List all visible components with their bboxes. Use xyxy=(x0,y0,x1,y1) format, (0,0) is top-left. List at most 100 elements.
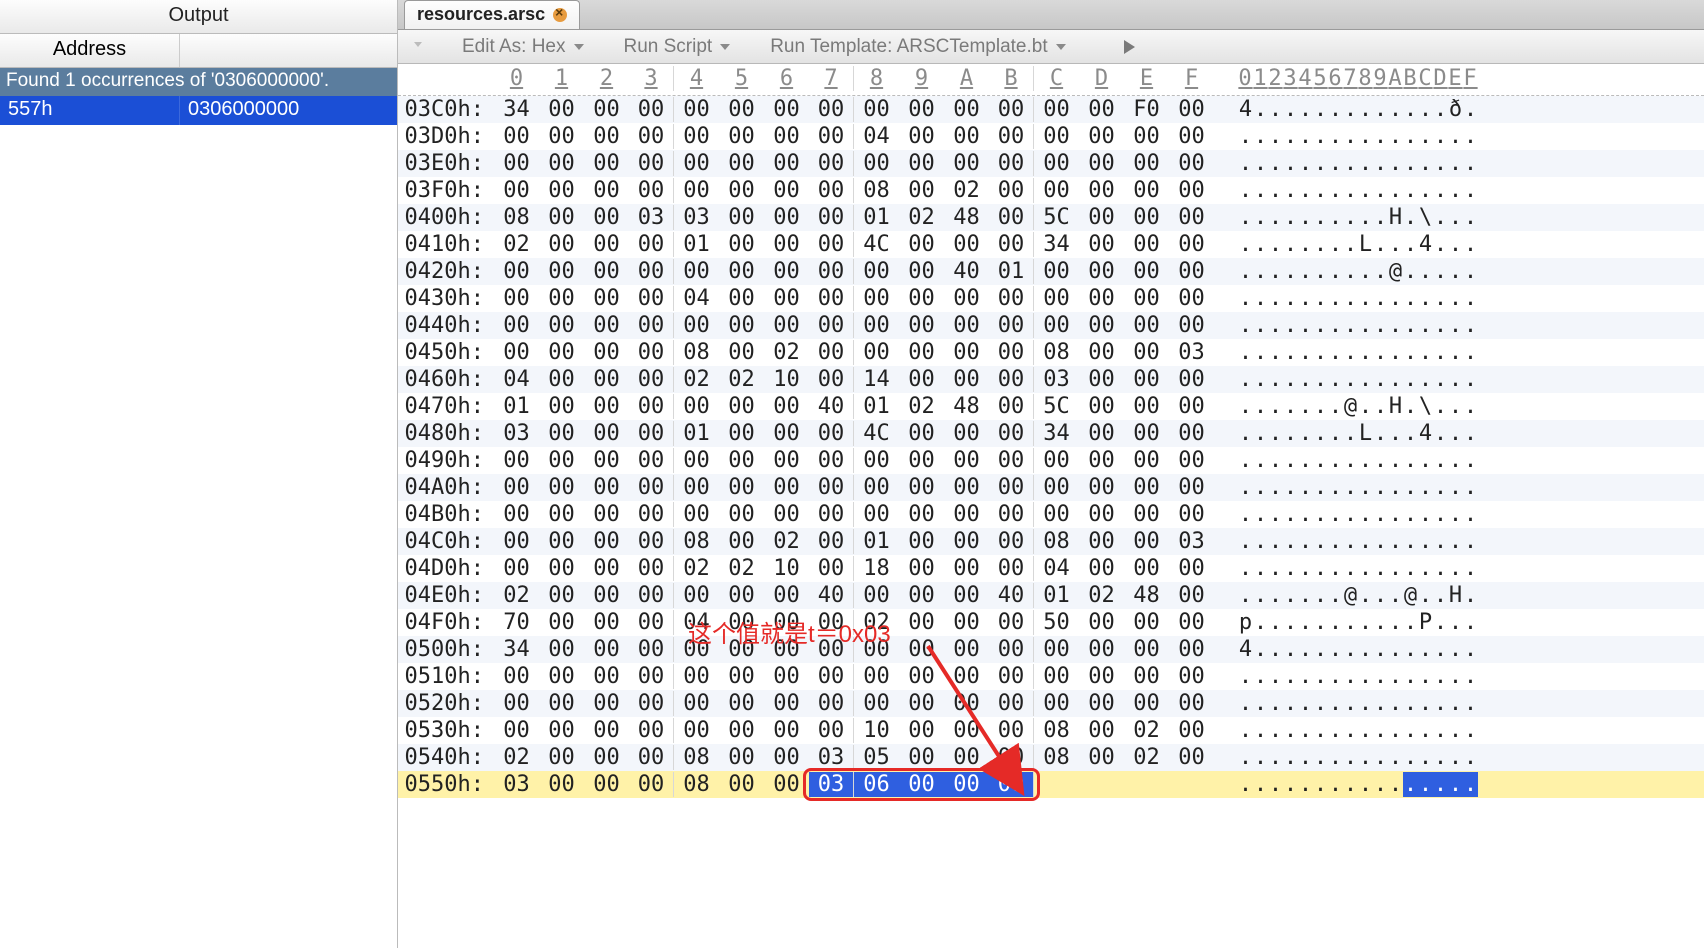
hex-byte[interactable]: 00 xyxy=(1124,529,1169,554)
ascii-char[interactable]: . xyxy=(1268,556,1283,581)
ascii-char[interactable]: . xyxy=(1373,502,1388,527)
hex-row[interactable]: 03E0h:00000000000000000000000000000000..… xyxy=(398,150,1704,177)
hex-byte[interactable]: 00 xyxy=(1124,313,1169,338)
ascii-char[interactable]: . xyxy=(1313,259,1328,284)
hex-byte[interactable]: 00 xyxy=(674,691,719,716)
hex-byte[interactable]: 00 xyxy=(899,691,944,716)
hex-byte[interactable]: 00 xyxy=(719,151,764,176)
ascii-char[interactable]: . xyxy=(1433,772,1448,797)
ascii-char[interactable]: . xyxy=(1313,556,1328,581)
hex-byte[interactable]: 00 xyxy=(1079,664,1124,689)
hex-byte[interactable]: 00 xyxy=(989,178,1034,203)
ascii-char[interactable]: . xyxy=(1343,502,1358,527)
ascii-char[interactable]: H xyxy=(1388,394,1403,419)
hex-byte[interactable]: 00 xyxy=(854,448,899,473)
hex-byte[interactable]: 01 xyxy=(989,259,1034,284)
hex-byte[interactable]: 00 xyxy=(539,772,584,797)
ascii-char[interactable]: . xyxy=(1448,367,1463,392)
ascii-char[interactable]: . xyxy=(1358,178,1373,203)
hex-byte[interactable]: 00 xyxy=(899,367,944,392)
ascii-char[interactable]: . xyxy=(1268,205,1283,230)
hex-byte[interactable]: 00 xyxy=(1034,637,1079,662)
hex-byte[interactable]: 00 xyxy=(899,610,944,635)
hex-byte[interactable]: 00 xyxy=(719,448,764,473)
ascii-char[interactable]: . xyxy=(1268,448,1283,473)
hex-byte[interactable]: 00 xyxy=(1124,502,1169,527)
ascii-char[interactable]: . xyxy=(1433,583,1448,608)
hex-byte[interactable]: 00 xyxy=(809,475,854,500)
ascii-char[interactable]: . xyxy=(1373,637,1388,662)
ascii-char[interactable]: . xyxy=(1283,718,1298,743)
ascii-char[interactable]: . xyxy=(1298,232,1313,257)
hex-byte[interactable]: 02 xyxy=(494,745,539,770)
hex-byte[interactable]: 00 xyxy=(809,97,854,122)
hex-byte[interactable]: 01 xyxy=(854,205,899,230)
hex-byte[interactable]: 00 xyxy=(854,583,899,608)
hex-editor[interactable]: 0123456789ABCDEF 0123456789ABCDEF 03C0h:… xyxy=(398,64,1704,948)
ascii-char[interactable]: . xyxy=(1358,529,1373,554)
hex-byte[interactable]: 00 xyxy=(584,97,629,122)
ascii-char[interactable]: 4 xyxy=(1418,421,1433,446)
ascii-char[interactable]: . xyxy=(1358,205,1373,230)
ascii-char[interactable]: . xyxy=(1418,529,1433,554)
ascii-char[interactable]: . xyxy=(1298,394,1313,419)
hex-byte[interactable]: 03 xyxy=(629,205,674,230)
ascii-char[interactable]: . xyxy=(1268,97,1283,122)
ascii-char[interactable]: . xyxy=(1358,664,1373,689)
hex-byte[interactable]: 00 xyxy=(899,340,944,365)
ascii-char[interactable]: . xyxy=(1298,610,1313,635)
hex-byte[interactable]: 00 xyxy=(1079,178,1124,203)
hex-byte[interactable]: 00 xyxy=(629,691,674,716)
hex-byte[interactable]: 00 xyxy=(629,286,674,311)
hex-row[interactable]: 0550h:030000000800000306000000..........… xyxy=(398,771,1704,798)
hex-byte[interactable]: 00 xyxy=(764,421,809,446)
ascii-char[interactable]: . xyxy=(1358,259,1373,284)
ascii-char[interactable]: . xyxy=(1358,745,1373,770)
hex-byte[interactable]: 00 xyxy=(719,529,764,554)
ascii-char[interactable]: . xyxy=(1313,718,1328,743)
ascii-char[interactable]: . xyxy=(1388,232,1403,257)
ascii-char[interactable]: . xyxy=(1418,367,1433,392)
hex-byte[interactable]: 00 xyxy=(1169,367,1214,392)
hex-byte[interactable]: 00 xyxy=(539,286,584,311)
ascii-char[interactable]: . xyxy=(1403,475,1418,500)
ascii-char[interactable]: . xyxy=(1253,232,1268,257)
hex-byte[interactable]: 00 xyxy=(764,664,809,689)
hex-byte[interactable]: 00 xyxy=(1079,259,1124,284)
hex-byte[interactable]: 00 xyxy=(629,151,674,176)
ascii-char[interactable]: . xyxy=(1463,205,1478,230)
hex-byte[interactable]: 00 xyxy=(584,340,629,365)
hex-byte[interactable]: 00 xyxy=(854,691,899,716)
ascii-char[interactable]: . xyxy=(1283,556,1298,581)
ascii-char[interactable]: . xyxy=(1268,502,1283,527)
ascii-char[interactable]: . xyxy=(1448,718,1463,743)
hex-byte[interactable]: 00 xyxy=(809,151,854,176)
hex-byte[interactable]: 00 xyxy=(764,610,809,635)
ascii-char[interactable]: . xyxy=(1313,691,1328,716)
hex-byte[interactable]: 00 xyxy=(764,448,809,473)
ascii-char[interactable]: . xyxy=(1418,151,1433,176)
ascii-char[interactable]: . xyxy=(1373,286,1388,311)
hex-byte[interactable]: 00 xyxy=(539,178,584,203)
ascii-char[interactable]: . xyxy=(1418,97,1433,122)
ascii-char[interactable]: . xyxy=(1238,178,1253,203)
hex-row[interactable]: 0400h:0800000303000000010248005C000000..… xyxy=(398,204,1704,231)
ascii-char[interactable]: . xyxy=(1373,448,1388,473)
hex-byte[interactable]: 00 xyxy=(989,421,1034,446)
ascii-char[interactable]: . xyxy=(1238,340,1253,365)
ascii-char[interactable]: . xyxy=(1403,151,1418,176)
hex-byte[interactable]: 00 xyxy=(1169,178,1214,203)
hex-byte[interactable]: 02 xyxy=(1124,745,1169,770)
ascii-char[interactable]: . xyxy=(1463,367,1478,392)
ascii-char[interactable]: . xyxy=(1418,637,1433,662)
hex-row[interactable]: 03C0h:3400000000000000000000000000F0004.… xyxy=(398,96,1704,123)
hex-byte[interactable]: 00 xyxy=(539,151,584,176)
ascii-char[interactable]: . xyxy=(1448,286,1463,311)
ascii-char[interactable]: H xyxy=(1448,583,1463,608)
ascii-char[interactable]: . xyxy=(1373,205,1388,230)
hex-byte[interactable]: 02 xyxy=(719,367,764,392)
ascii-char[interactable]: . xyxy=(1298,259,1313,284)
ascii-char[interactable]: . xyxy=(1448,448,1463,473)
ascii-char[interactable]: . xyxy=(1343,97,1358,122)
hex-byte[interactable]: 00 xyxy=(809,529,854,554)
